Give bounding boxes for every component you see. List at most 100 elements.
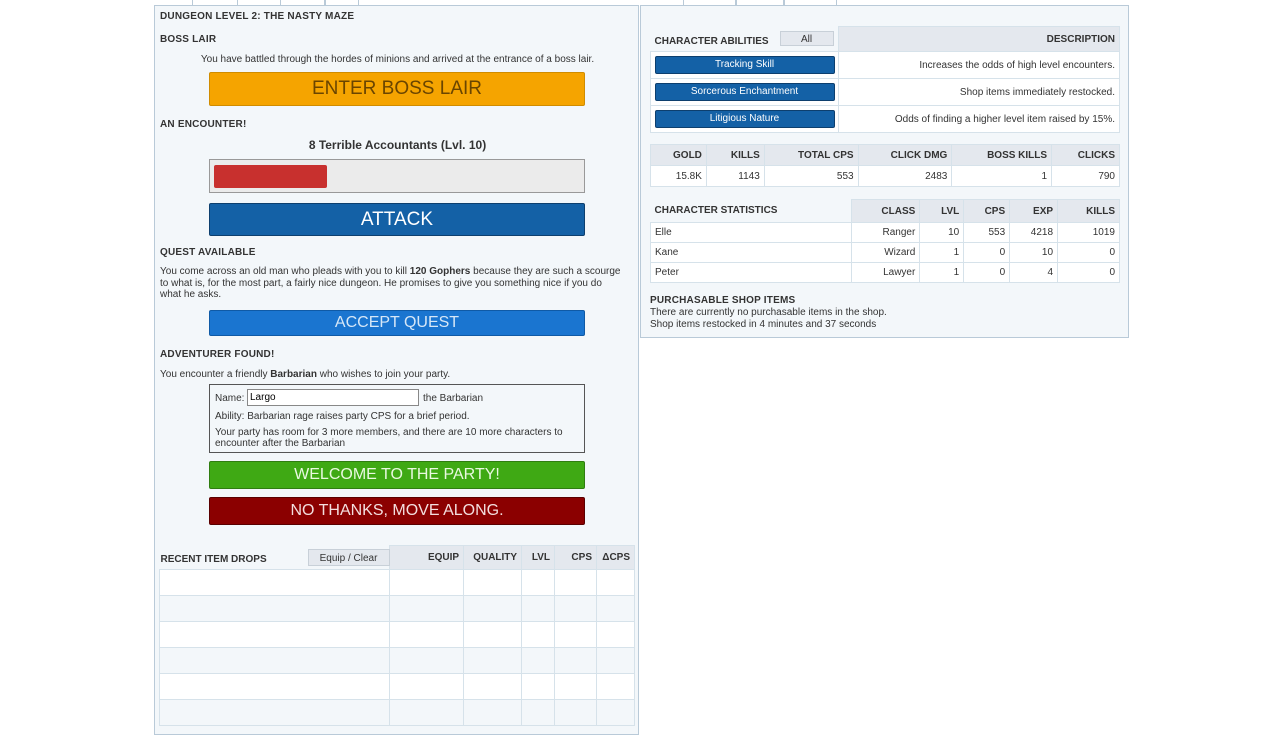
boss-lair-text: You have battled through the hordes of m… (200, 54, 595, 65)
encounter-health-bar (209, 159, 585, 193)
drops-col-lvl: LVL (521, 545, 556, 570)
character-stats-header: CHARACTER STATISTICS CLASS LVL CPS EXP K… (651, 199, 1120, 223)
ability-description: Odds of finding a higher level item rais… (838, 105, 1120, 133)
stat-value: 1143 (705, 165, 765, 187)
name-label: Name: (215, 393, 245, 404)
adventurer-text: You encounter a friendly Barbarian who w… (160, 369, 625, 381)
dungeon-title: DUNGEON LEVEL 2: THE NASTY MAZE (160, 11, 355, 22)
ability-description: Shop items immediately restocked. (838, 78, 1120, 106)
party-stats-table: GOLD KILLS TOTAL CPS CLICK DMG BOSS KILLS CLI… (650, 144, 1120, 187)
enter-boss-lair-button[interactable]: ENTER BOSS LAIR (209, 72, 585, 106)
character-lvl: 10 (919, 222, 965, 243)
quest-text-part: You come across an old man who pleads wi… (160, 266, 410, 277)
stat-value: 790 (1051, 165, 1120, 187)
ability-button[interactable]: Litigious Nature (654, 110, 835, 128)
item-drop-cell (463, 569, 523, 596)
char-col-exp: EXP (1009, 199, 1059, 223)
drops-title-cell: RECENT ITEM DROPS Equip / Clear (160, 546, 390, 570)
adventurer-class: Barbarian (270, 369, 317, 380)
abilities-desc-header: DESCRIPTION (838, 26, 1120, 52)
character-lvl: 1 (919, 242, 965, 263)
adventurer-name-input[interactable] (247, 389, 419, 406)
char-col-lvl: LVL (919, 199, 965, 223)
adventurer-text-part: who wishes to join your party. (316, 369, 451, 380)
decline-adventurer-button[interactable]: NO THANKS, MOVE ALONG. (209, 497, 585, 525)
item-drop-cell (595, 621, 636, 648)
item-drop-row (158, 673, 636, 700)
item-drop-cell (595, 569, 636, 596)
party-room-text: Your party has room for 3 more members, … (215, 427, 563, 449)
character-kills: 0 (1057, 242, 1120, 263)
character-class: Ranger (851, 222, 921, 243)
boss-lair-heading: BOSS LAIR (160, 34, 217, 45)
item-drop-cell (554, 647, 597, 674)
adventurer-heading: ADVENTURER FOUND! (160, 349, 275, 360)
name-suffix: the Barbarian (423, 393, 484, 404)
abilities-all-button[interactable]: All (779, 30, 834, 46)
drops-col-quality: QUALITY (463, 545, 523, 570)
character-exp: 4 (1009, 262, 1059, 283)
character-name: Kane (649, 242, 853, 263)
character-row: Kane Wizard 1 0 10 0 (649, 242, 1120, 263)
abilities-body: Tracking Skill Increases the odds of high… (650, 51, 1120, 133)
stat-value: 553 (763, 165, 859, 187)
item-drop-cell (389, 673, 465, 700)
drops-col-equip: EQUIP (389, 545, 465, 570)
character-name: Peter (649, 262, 853, 283)
welcome-to-party-button[interactable]: WELCOME TO THE PARTY! (209, 461, 585, 489)
stat-header: CLICK DMG (857, 144, 953, 166)
encounter-health-fill (214, 165, 327, 188)
quest-heading: QUEST AVAILABLE (160, 247, 256, 258)
item-drop-cell (463, 595, 523, 622)
character-class: Wizard (851, 242, 921, 263)
item-drop-cell (521, 673, 556, 700)
stat-value: 2483 (857, 165, 953, 187)
stat-value: 15.8K (650, 165, 707, 187)
item-drop-cell (389, 647, 465, 674)
item-drop-cell (521, 647, 556, 674)
item-drop-cell (463, 621, 523, 648)
item-drop-cell (158, 569, 391, 596)
attack-button[interactable]: ATTACK (209, 203, 585, 236)
character-cps: 553 (963, 222, 1011, 243)
ability-row: Tracking Skill Increases the odds of high… (650, 51, 1120, 79)
item-drop-cell (158, 595, 391, 622)
character-stats-table: CHARACTER STATISTICS CLASS LVL CPS EXP K… (649, 199, 1120, 283)
character-stats-title: CHARACTER STATISTICS (654, 205, 778, 217)
item-drop-cell (158, 673, 391, 700)
item-drop-cell (389, 569, 465, 596)
shop-title: PURCHASABLE SHOP ITEMS (650, 295, 796, 306)
character-cps: 0 (963, 242, 1011, 263)
ability-row: Litigious Nature Odds of finding a higher… (650, 105, 1120, 133)
character-exp: 10 (1009, 242, 1059, 263)
character-exp: 4218 (1009, 222, 1059, 243)
drops-col-dcps: ΔCPS (595, 545, 636, 570)
item-drop-cell (521, 621, 556, 648)
equip-clear-button[interactable]: Equip / Clear (307, 548, 390, 566)
ability-button[interactable]: Tracking Skill (654, 56, 835, 74)
item-drop-cell (463, 673, 523, 700)
ability-description: Increases the odds of high level encount… (838, 51, 1120, 79)
accept-quest-button[interactable]: ACCEPT QUEST (209, 310, 585, 336)
party-panel: CHARACTER ABILITIES All DESCRIPTION Trac… (640, 5, 1129, 338)
character-kills: 1019 (1057, 222, 1120, 243)
ability-button-cell: Litigious Nature (650, 105, 839, 133)
ability-button-cell: Tracking Skill (650, 51, 839, 79)
item-drop-cell (521, 699, 556, 726)
stat-header: CLICKS (1051, 144, 1120, 166)
drops-col-cps: CPS (554, 545, 597, 570)
abilities-header: CHARACTER ABILITIES All DESCRIPTION (651, 26, 1120, 52)
item-drop-cell (389, 595, 465, 622)
item-drop-cell (521, 595, 556, 622)
abilities-table: CHARACTER ABILITIES All DESCRIPTION Trac… (650, 26, 1120, 133)
character-cps: 0 (963, 262, 1011, 283)
ability-button[interactable]: Sorcerous Enchantment (654, 83, 835, 101)
stat-header: KILLS (705, 144, 765, 166)
item-drops-body (158, 569, 636, 726)
item-drop-cell (389, 621, 465, 648)
item-drop-cell (554, 621, 597, 648)
item-drop-cell (158, 647, 391, 674)
item-drop-cell (595, 647, 636, 674)
item-drop-cell (463, 647, 523, 674)
item-drop-cell (554, 699, 597, 726)
